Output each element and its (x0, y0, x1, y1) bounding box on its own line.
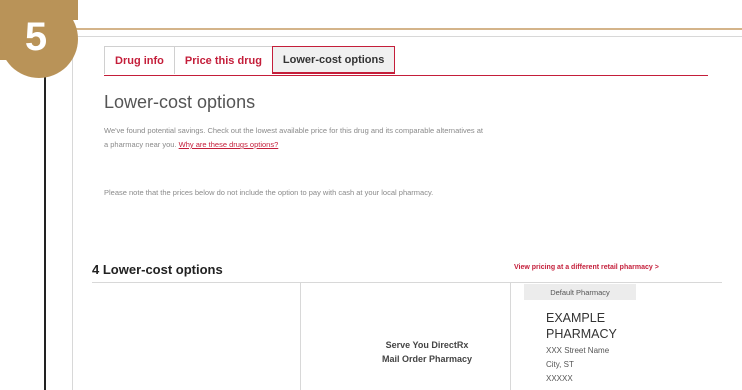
tab-bar: Drug info Price this drug Lower-cost opt… (104, 46, 396, 76)
provider-line: Serve You DirectRx (385, 340, 469, 350)
pharmacy-address: XXX Street Name City, ST XXXXX (546, 344, 609, 386)
view-pricing-link[interactable]: View pricing at a different retail pharm… (514, 264, 659, 271)
tab-underline (104, 75, 708, 76)
provider-line: Mail Order Pharmacy (381, 354, 473, 364)
intro-text: We've found potential savings. Check out… (104, 126, 484, 149)
default-pharmacy-badge: Default Pharmacy (524, 284, 636, 300)
note-paragraph: Please note that the prices below do not… (104, 188, 434, 197)
intro-paragraph: We've found potential savings. Check out… (104, 124, 484, 152)
pharmacy-name-line: EXAMPLE (546, 311, 606, 325)
column-divider (300, 282, 301, 390)
tab-price-this-drug[interactable]: Price this drug (173, 46, 273, 74)
why-options-link[interactable]: Why are these drugs options? (179, 140, 279, 149)
step-badge: 5 (0, 0, 78, 78)
results-heading: 4 Lower-cost options (92, 262, 223, 277)
pharmacy-name-line: PHARMACY (546, 327, 617, 341)
inner-frame (72, 36, 742, 390)
address-line: XXX Street Name (546, 346, 610, 355)
tab-lower-cost-options[interactable]: Lower-cost options (271, 46, 396, 74)
address-line: City, ST (546, 360, 574, 369)
page-title: Lower-cost options (104, 92, 256, 112)
pharmacy-name: EXAMPLE PHARMACY (546, 310, 617, 342)
tab-drug-info[interactable]: Drug info (104, 46, 175, 74)
step-number: 5 (24, 14, 48, 59)
provider-name: Serve You DirectRx Mail Order Pharmacy (352, 338, 502, 366)
column-divider (510, 282, 511, 390)
results-table-border (92, 282, 722, 283)
address-line: XXXXX (546, 374, 573, 383)
